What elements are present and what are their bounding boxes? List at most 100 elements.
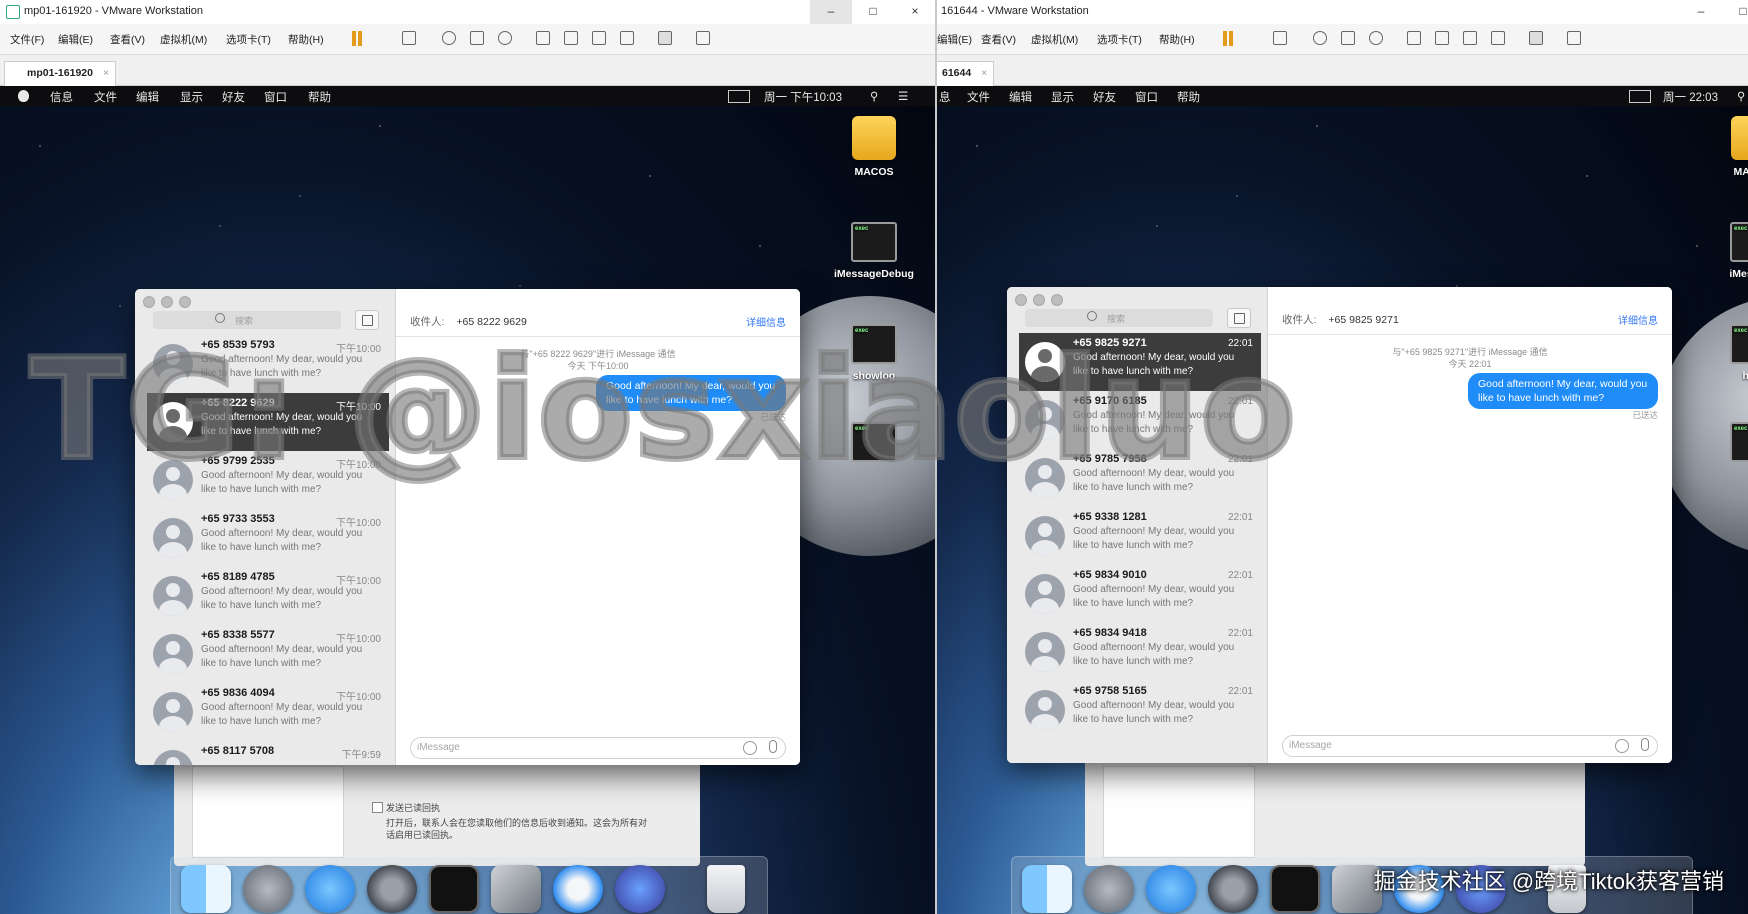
- revert-snapshot-icon[interactable]: [1341, 31, 1355, 45]
- launchpad-icon[interactable]: [1084, 865, 1134, 913]
- snapshot-icon[interactable]: [1313, 31, 1327, 45]
- vm-menu-vm[interactable]: 虚拟机(M): [1031, 32, 1078, 47]
- stretch-icon[interactable]: [1567, 31, 1581, 45]
- details-button[interactable]: 详细信息: [1618, 312, 1658, 327]
- system-preferences-icon[interactable]: [367, 865, 417, 913]
- vm-menu-edit[interactable]: 编辑(E): [937, 32, 972, 47]
- messages-icon[interactable]: [1146, 865, 1196, 913]
- vm-tab[interactable]: 61644 ×: [937, 61, 995, 86]
- menubar-clock[interactable]: 周一 下午10:03: [764, 89, 842, 105]
- minimize-button[interactable]: –: [1680, 0, 1722, 24]
- vm-menu-view[interactable]: 查看(V): [110, 32, 145, 47]
- conversation-row[interactable]: +65 8189 4785 下午10:00 Good afternoon! My d…: [147, 567, 389, 625]
- menu-edit[interactable]: 编辑: [136, 89, 159, 105]
- minimize-window-button[interactable]: [161, 296, 173, 308]
- conversation-row[interactable]: +65 9834 9418 22:01 Good afternoon! My dea…: [1019, 623, 1261, 681]
- minimize-button[interactable]: –: [810, 0, 852, 24]
- menu-window[interactable]: 窗口: [264, 89, 287, 105]
- display-mirroring-icon[interactable]: [1629, 90, 1651, 103]
- conversation-row[interactable]: +65 8117 5708 下午9:59: [147, 741, 389, 765]
- desktop-icon-macos[interactable]: MACOS: [834, 116, 914, 178]
- pause-icon[interactable]: [352, 31, 362, 46]
- menu-messages[interactable]: 息: [939, 89, 951, 105]
- close-window-button[interactable]: [143, 296, 155, 308]
- thumbnail-icon[interactable]: [564, 31, 578, 45]
- conversation-row[interactable]: +65 9834 9010 22:01 Good afternoon! My dea…: [1019, 565, 1261, 623]
- notification-center-icon[interactable]: ☰: [898, 89, 908, 103]
- menu-window[interactable]: 窗口: [1135, 89, 1158, 105]
- launchpad-icon[interactable]: [243, 865, 293, 913]
- spotlight-icon[interactable]: ⚲: [870, 89, 878, 103]
- menu-messages[interactable]: 信息: [50, 89, 73, 105]
- close-window-button[interactable]: [1015, 294, 1027, 306]
- sent-message-bubble[interactable]: Good afternoon! My dear, would you like …: [1468, 373, 1658, 409]
- fullscreen-icon[interactable]: [592, 31, 606, 45]
- stretch-icon[interactable]: [696, 31, 710, 45]
- microphone-icon[interactable]: [769, 740, 777, 753]
- vm-tab[interactable]: mp01-161920 ×: [4, 61, 116, 86]
- unity-icon[interactable]: [620, 31, 634, 45]
- tab-close-icon[interactable]: ×: [103, 62, 109, 84]
- conversation-row[interactable]: +65 8338 5577 下午10:00 Good afternoon! My d…: [147, 625, 389, 683]
- menu-view[interactable]: 显示: [180, 89, 203, 105]
- activity-monitor-icon[interactable]: [429, 865, 479, 913]
- vm-menu-vm[interactable]: 虚拟机(M): [160, 32, 207, 47]
- trash-icon[interactable]: [707, 865, 745, 913]
- menu-buddies[interactable]: 好友: [1093, 89, 1116, 105]
- apple-icon[interactable]: [18, 90, 29, 102]
- desktop-icon-exec[interactable]: exec: [1713, 422, 1748, 468]
- menu-view[interactable]: 显示: [1051, 89, 1074, 105]
- send-ctrl-alt-del-icon[interactable]: [1273, 31, 1287, 45]
- maximize-button[interactable]: □: [1722, 0, 1748, 24]
- snapshot-manager-icon[interactable]: [1369, 31, 1383, 45]
- vm-menu-edit[interactable]: 编辑(E): [58, 32, 93, 47]
- unity-icon[interactable]: [1491, 31, 1505, 45]
- revert-snapshot-icon[interactable]: [470, 31, 484, 45]
- messages-icon[interactable]: [305, 865, 355, 913]
- network-utility-icon[interactable]: [615, 865, 665, 913]
- pause-icon[interactable]: [1223, 31, 1233, 46]
- tab-close-icon[interactable]: ×: [981, 62, 987, 84]
- recipient-field[interactable]: 收件人: +65 9825 9271: [1282, 312, 1399, 327]
- menu-edit[interactable]: 编辑: [1009, 89, 1032, 105]
- fullscreen-icon[interactable]: [1463, 31, 1477, 45]
- close-button[interactable]: ×: [894, 0, 936, 24]
- console-icon[interactable]: [658, 31, 672, 45]
- vm-menu-view[interactable]: 查看(V): [981, 32, 1016, 47]
- safari-icon[interactable]: [553, 865, 603, 913]
- activity-monitor-icon[interactable]: [1270, 865, 1320, 913]
- zoom-window-button[interactable]: [1051, 294, 1063, 306]
- display-mirroring-icon[interactable]: [728, 90, 750, 103]
- finder-icon[interactable]: [1022, 865, 1072, 913]
- spotlight-icon[interactable]: ⚲: [1737, 89, 1745, 103]
- conversation-row[interactable]: +65 9836 4094 下午10:00 Good afternoon! My d…: [147, 683, 389, 741]
- menu-file[interactable]: 文件: [967, 89, 990, 105]
- zoom-window-button[interactable]: [179, 296, 191, 308]
- library-icon[interactable]: [536, 31, 550, 45]
- microphone-icon[interactable]: [1641, 738, 1649, 751]
- recipient-field[interactable]: 收件人: +65 8222 9629: [410, 314, 527, 329]
- maximize-button[interactable]: □: [852, 0, 894, 24]
- menu-help[interactable]: 帮助: [308, 89, 331, 105]
- menu-buddies[interactable]: 好友: [222, 89, 245, 105]
- minimize-window-button[interactable]: [1033, 294, 1045, 306]
- vm-menu-help[interactable]: 帮助(H): [1159, 32, 1195, 47]
- search-input[interactable]: 搜索: [1025, 309, 1213, 327]
- system-preferences-icon[interactable]: [1208, 865, 1258, 913]
- desktop-icon-showlog[interactable]: exec how: [1713, 324, 1748, 382]
- desktop-icon-macos[interactable]: MACOS: [1713, 116, 1748, 178]
- thumbnail-icon[interactable]: [1435, 31, 1449, 45]
- snapshot-icon[interactable]: [442, 31, 456, 45]
- vm-menu-file[interactable]: 文件(F): [10, 32, 44, 47]
- conversation-row[interactable]: +65 9758 5165 22:01 Good afternoon! My dea…: [1019, 681, 1261, 739]
- menu-file[interactable]: 文件: [94, 89, 117, 105]
- snapshot-manager-icon[interactable]: [498, 31, 512, 45]
- menubar-clock[interactable]: 周一 22:03: [1663, 89, 1718, 105]
- details-button[interactable]: 详细信息: [746, 314, 786, 329]
- desktop-icon-imessage[interactable]: exec iMessage: [1713, 222, 1748, 280]
- conversation-row[interactable]: +65 9338 1281 22:01 Good afternoon! My dea…: [1019, 507, 1261, 565]
- vm-menu-tabs[interactable]: 选项卡(T): [1097, 32, 1142, 47]
- emoji-icon[interactable]: [743, 741, 757, 755]
- menu-help[interactable]: 帮助: [1177, 89, 1200, 105]
- desktop-icon-imessagedebug[interactable]: exec iMessageDebug: [824, 222, 924, 280]
